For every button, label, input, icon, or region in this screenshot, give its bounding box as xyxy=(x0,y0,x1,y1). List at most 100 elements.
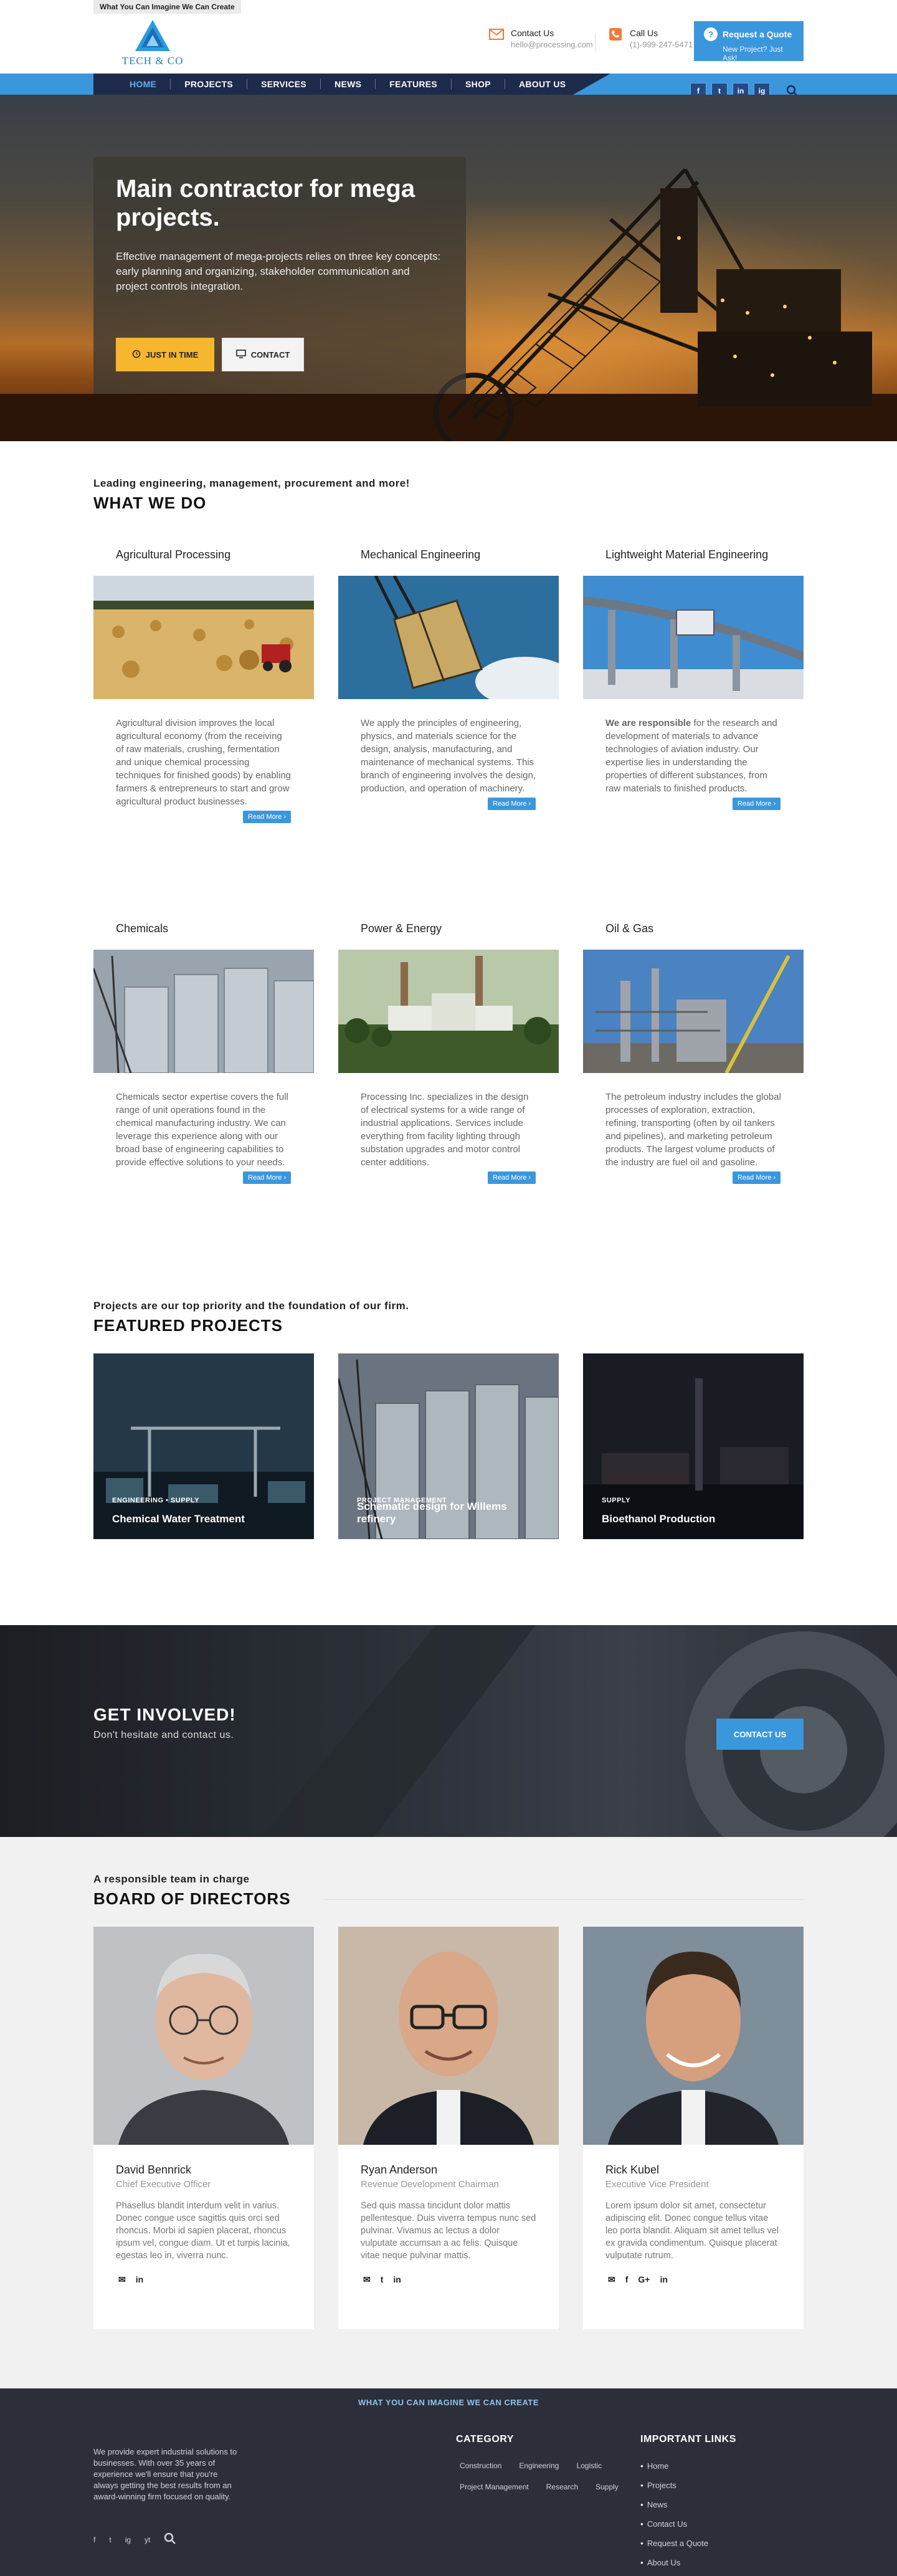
links-heading: IMPORTANT LINKS xyxy=(640,2434,736,2445)
category-link[interactable]: Logistic xyxy=(576,2461,602,2470)
director-role: Chief Executive Officer xyxy=(116,2179,211,2190)
director-name: Rick Kubel xyxy=(605,2163,660,2176)
footer-about: We provide expert industrial solutions t… xyxy=(93,2447,237,2501)
footer-link[interactable]: Request a Quote xyxy=(640,2534,708,2553)
read-more-button[interactable]: Read More › xyxy=(488,1171,536,1184)
category-link[interactable]: Engineering xyxy=(519,2461,559,2470)
youtube-icon[interactable]: yt xyxy=(145,2535,150,2544)
twitter-icon[interactable]: t xyxy=(381,2274,384,2285)
category-link[interactable]: Supply xyxy=(596,2483,619,2491)
service-card: Mechanical Engineering We apply the prin… xyxy=(338,548,559,810)
service-image[interactable] xyxy=(338,950,559,1073)
email-icon[interactable]: ✉ xyxy=(118,2274,126,2285)
main-nav: HOME PROJECTS SERVICES NEWS FEATURES SHOP ABOU… xyxy=(93,74,610,95)
service-title[interactable]: Lightweight Material Engineering xyxy=(583,548,804,576)
nav-item-features[interactable]: FEATURES xyxy=(376,79,452,89)
project-card[interactable]: ENGINEERING • SUPPLY Chemical Water Trea… xyxy=(93,1353,314,1539)
service-image[interactable] xyxy=(338,576,559,699)
service-text: Agricultural division improves the local… xyxy=(116,718,292,807)
project-title: Chemical Water Treatment xyxy=(112,1513,245,1525)
just-in-time-button[interactable]: JUST IN TIME xyxy=(116,338,214,371)
logo[interactable]: TECH & CO xyxy=(118,19,187,69)
top-tagline: What You Can Imagine We Can Create xyxy=(93,0,241,14)
linkedin-icon[interactable]: in xyxy=(660,2274,667,2285)
featured-subtitle: Projects are our top priority and the fo… xyxy=(93,1300,409,1312)
read-more-button[interactable]: Read More › xyxy=(733,798,781,810)
service-title[interactable]: Oil & Gas xyxy=(583,922,804,950)
nav-item-shop[interactable]: SHOP xyxy=(452,79,505,89)
nav-item-about-us[interactable]: ABOUT US xyxy=(505,79,580,89)
board-subtitle: A responsible team in charge xyxy=(93,1873,250,1885)
read-more-button[interactable]: Read More › xyxy=(733,1171,781,1184)
category-link[interactable]: Research xyxy=(546,2483,578,2491)
service-text: Processing Inc. specializes in the desig… xyxy=(361,1092,529,1168)
director-bio: Sed quis massa tincidunt dolor mattis pe… xyxy=(361,2201,536,2261)
contact-email[interactable]: hello@processing.com xyxy=(511,39,593,51)
email-icon[interactable]: ✉ xyxy=(608,2274,615,2285)
service-card: Lightweight Material Engineering We are … xyxy=(583,548,804,810)
project-title: Schematic design for Willems refinery xyxy=(357,1500,507,1525)
project-title: Bioethanol Production xyxy=(602,1513,716,1525)
instagram-icon[interactable]: ig xyxy=(125,2535,131,2544)
category-link[interactable]: Project Management xyxy=(460,2483,529,2491)
read-more-button[interactable]: Read More › xyxy=(488,798,536,810)
nav-item-news[interactable]: NEWS xyxy=(321,79,376,89)
service-title[interactable]: Power & Energy xyxy=(338,922,559,950)
hero-text: Effective management of mega-projects re… xyxy=(116,250,441,292)
footer-social: f t ig yt xyxy=(93,2532,176,2547)
service-card: Chemicals Chemicals sector expertise cov… xyxy=(93,922,314,1184)
service-image[interactable] xyxy=(583,576,804,699)
google-plus-icon[interactable]: G+ xyxy=(638,2274,650,2285)
nav-item-projects[interactable]: PROJECTS xyxy=(171,79,247,89)
request-quote-button[interactable]: ? Request a Quote New Project? Just Ask! xyxy=(694,21,804,62)
what-subtitle: Leading engineering, management, procure… xyxy=(93,477,410,489)
read-more-button[interactable]: Read More › xyxy=(243,811,292,823)
director-card: Rick Kubel Executive Vice President Lore… xyxy=(583,1927,804,2329)
nav-item-home[interactable]: HOME xyxy=(116,79,171,89)
footer-link[interactable]: Home xyxy=(640,2456,708,2476)
featured-title: FEATURED PROJECTS xyxy=(93,1316,283,1335)
twitter-icon[interactable]: t xyxy=(109,2535,111,2544)
footer-link[interactable]: About Us xyxy=(640,2553,708,2572)
linkedin-icon[interactable]: in xyxy=(136,2274,143,2285)
project-card[interactable]: PROJECT MANAGEMENT Schematic design for … xyxy=(338,1353,559,1539)
service-image[interactable] xyxy=(583,950,804,1073)
facebook-icon[interactable]: f xyxy=(625,2274,629,2285)
footer-link[interactable]: Projects xyxy=(640,2476,708,2495)
footer-link[interactable]: Contact Us xyxy=(640,2514,708,2534)
nav-item-services[interactable]: SERVICES xyxy=(247,79,321,89)
call-number[interactable]: (1)-999-247-5471 xyxy=(630,39,693,51)
footer-search-icon[interactable] xyxy=(164,2532,176,2547)
service-text-rest: for the research and development of mate… xyxy=(605,718,777,794)
service-image[interactable] xyxy=(93,576,314,699)
facebook-icon[interactable]: f xyxy=(93,2535,95,2544)
title-divider xyxy=(324,1899,804,1900)
project-category: ENGINEERING • SUPPLY xyxy=(112,1497,199,1504)
linkedin-icon[interactable]: in xyxy=(393,2274,401,2285)
director-role: Revenue Development Chairman xyxy=(361,2179,499,2190)
footer-tagline: WHAT YOU CAN IMAGINE WE CAN CREATE xyxy=(358,2398,539,2407)
call-info[interactable]: Call Us (1)-999-247-5471 xyxy=(607,27,693,51)
service-title[interactable]: Chemicals xyxy=(93,922,314,950)
get-involved-title: GET INVOLVED! xyxy=(93,1705,236,1724)
quote-label: Request a Quote xyxy=(723,29,792,39)
email-icon[interactable]: ✉ xyxy=(363,2274,371,2285)
director-social: ✉ t in xyxy=(338,2262,559,2285)
service-title[interactable]: Mechanical Engineering xyxy=(338,548,559,576)
service-title[interactable]: Agricultural Processing xyxy=(93,548,314,576)
footer-link[interactable]: News xyxy=(640,2495,708,2514)
director-social: ✉ f G+ in xyxy=(583,2262,804,2285)
contact-us-button[interactable]: CONTACT US xyxy=(716,1719,804,1750)
contact-label: CONTACT xyxy=(250,350,290,360)
service-text: We are responsible for the research and … xyxy=(583,699,804,795)
contact-info[interactable]: Contact Us hello@processing.com xyxy=(488,27,593,51)
service-image[interactable] xyxy=(93,950,314,1073)
contact-button[interactable]: CONTACT xyxy=(222,338,304,371)
project-image xyxy=(93,1353,314,1539)
get-involved-text: Don't hesitate and contact us. xyxy=(93,1730,234,1740)
category-link[interactable]: Construction xyxy=(460,2461,501,2470)
get-involved-banner: GET INVOLVED! Don't hesitate and contact… xyxy=(0,1625,897,1837)
read-more-button[interactable]: Read More › xyxy=(243,1171,292,1184)
service-card: Power & Energy Processing Inc. specializ… xyxy=(338,922,559,1184)
project-card[interactable]: SUPPLY Bioethanol Production xyxy=(583,1353,804,1539)
